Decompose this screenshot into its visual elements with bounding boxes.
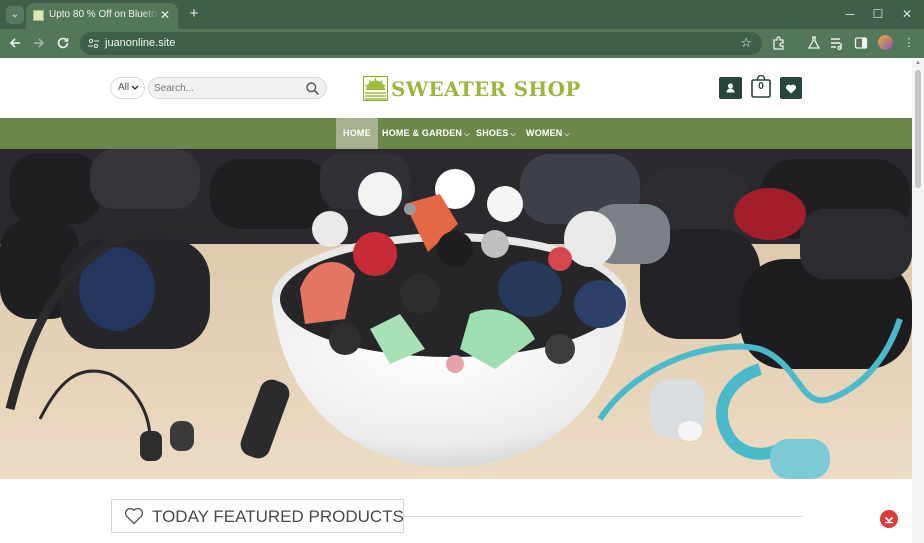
address-bar[interactable]: juanonline.site ☆ <box>80 32 762 55</box>
cart-count: 0 <box>758 81 764 92</box>
new-tab-button[interactable]: + <box>186 6 202 22</box>
url-text: juanonline.site <box>105 37 176 49</box>
profile-avatar-icon[interactable] <box>878 35 893 50</box>
hero-banner-image[interactable] <box>0 149 912 479</box>
browser-tab-strip: ⌄ Upto 80 % Off on Bluetooth Headphones … <box>0 0 924 29</box>
cart-button[interactable]: 0 <box>751 74 771 98</box>
search-icon[interactable] <box>305 81 320 96</box>
media-queue-icon[interactable] <box>829 35 845 51</box>
wishlist-button[interactable] <box>780 77 802 99</box>
logo-sunrise-icon <box>362 75 389 102</box>
nav-item-home-and-garden[interactable]: HOME & GARDEN ⌵ <box>382 118 470 149</box>
search-category-select[interactable]: All <box>110 77 145 99</box>
extensions-icon[interactable] <box>771 35 787 51</box>
main-navigation: HOME HOME & GARDEN ⌵ SHOES ⌵ WOMEN ⌵ <box>0 118 912 149</box>
featured-products-title: TODAY FEATURED PRODUCTS <box>152 507 404 526</box>
back-arrow-icon[interactable] <box>7 35 23 51</box>
scroll-thumb[interactable] <box>915 70 921 188</box>
featured-products-heading-box: TODAY FEATURED PRODUCTS <box>111 499 404 533</box>
site-logo[interactable]: SWEATER SHOP <box>362 75 580 103</box>
tab-search-button[interactable]: ⌄ <box>6 6 24 24</box>
chevron-down-icon: ⌵ <box>464 131 470 138</box>
nav-item-shoes[interactable]: SHOES ⌵ <box>476 118 516 149</box>
window-minimize-button[interactable]: ─ <box>842 6 858 22</box>
browser-menu-icon[interactable]: ⋮ <box>901 35 917 51</box>
section-divider <box>404 516 804 517</box>
account-button[interactable] <box>719 77 742 99</box>
scroll-up-arrow-icon[interactable]: ▲ <box>915 60 921 66</box>
page-scrollbar[interactable]: ▲ <box>912 58 924 543</box>
reload-icon[interactable] <box>55 35 71 51</box>
chevron-down-icon: ⌵ <box>564 131 571 138</box>
nav-item-label: HOME <box>343 128 371 138</box>
tab-favicon-icon <box>33 10 44 21</box>
browser-tab[interactable]: Upto 80 % Off on Bluetooth Headphones ✕ <box>26 3 178 29</box>
heart-icon <box>785 84 797 94</box>
search-category-value: All <box>118 82 130 93</box>
labs-flask-icon[interactable] <box>806 35 822 51</box>
help-chat-button[interactable] <box>880 510 898 528</box>
search-input[interactable] <box>154 81 299 96</box>
logo-text: SWEATER SHOP <box>391 77 581 101</box>
site-info-icon[interactable] <box>87 37 100 50</box>
side-panel-icon[interactable] <box>853 35 869 51</box>
nav-item-label: WOMEN <box>526 128 563 138</box>
nav-item-label: SHOES <box>476 128 509 138</box>
heart-outline-icon <box>124 507 144 525</box>
chevron-down-icon: ⌵ <box>510 131 517 138</box>
nav-item-label: HOME & GARDEN <box>382 128 463 138</box>
search-field[interactable] <box>148 77 327 99</box>
window-maximize-button[interactable]: ☐ <box>870 6 886 22</box>
window-close-button[interactable]: ✕ <box>899 6 915 22</box>
browser-toolbar: juanonline.site ☆ ⋮ <box>0 29 924 58</box>
web-page: All SWEATER SHOP 0 <box>0 58 912 543</box>
nav-item-home[interactable]: HOME <box>336 118 378 149</box>
tab-title: Upto 80 % Off on Bluetooth Headphones <box>49 9 159 20</box>
chevron-down-icon <box>131 78 139 106</box>
forward-arrow-icon[interactable] <box>31 35 47 51</box>
tab-close-icon[interactable]: ✕ <box>158 8 172 22</box>
nav-item-women[interactable]: WOMEN ⌵ <box>526 118 570 149</box>
bookmark-star-icon[interactable]: ☆ <box>740 35 752 51</box>
